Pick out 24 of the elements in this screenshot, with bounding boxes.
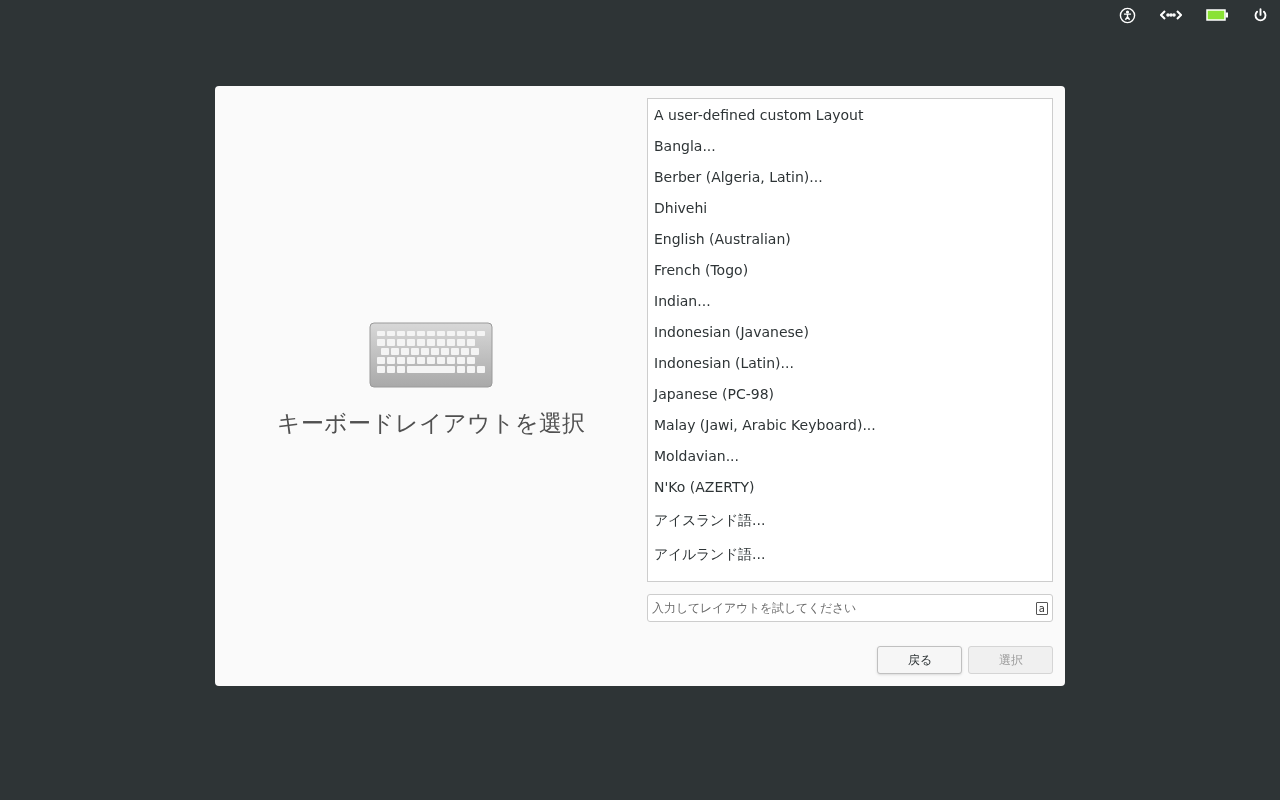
keyboard-indicator[interactable]: a: [1035, 601, 1048, 615]
layout-item[interactable]: French (Togo): [648, 255, 1052, 286]
power-icon[interactable]: [1253, 7, 1268, 23]
layout-item[interactable]: Moldavian...: [648, 441, 1052, 472]
layout-item[interactable]: Bangla...: [648, 131, 1052, 162]
back-button[interactable]: 戻る: [877, 646, 962, 674]
dialog-title: キーボードレイアウトを選択: [277, 408, 585, 438]
layout-item[interactable]: Indian...: [648, 286, 1052, 317]
layout-item[interactable]: アイルランド語...: [648, 537, 1052, 572]
layout-item[interactable]: Indonesian (Javanese): [648, 317, 1052, 348]
accessibility-icon[interactable]: [1119, 6, 1136, 24]
layout-item[interactable]: Malay (Jawi, Arabic Keyboard)...: [648, 410, 1052, 441]
network-icon[interactable]: [1160, 9, 1182, 21]
layout-item[interactable]: Dhivehi: [648, 193, 1052, 224]
layout-item[interactable]: N'Ko (AZERTY): [648, 472, 1052, 503]
layout-item[interactable]: アイスランド語...: [648, 503, 1052, 538]
layout-item[interactable]: A user-defined custom Layout: [648, 100, 1052, 131]
test-input-field[interactable]: 入力してレイアウトを試してください a: [647, 594, 1053, 622]
layout-item[interactable]: Berber (Algeria, Latin)...: [648, 162, 1052, 193]
layout-item[interactable]: Japanese (PC-98): [648, 379, 1052, 410]
battery-icon[interactable]: [1206, 9, 1229, 21]
layout-item[interactable]: Indonesian (Latin)...: [648, 348, 1052, 379]
layout-item[interactable]: English (Australian): [648, 224, 1052, 255]
keyboard-icon: [369, 321, 493, 388]
